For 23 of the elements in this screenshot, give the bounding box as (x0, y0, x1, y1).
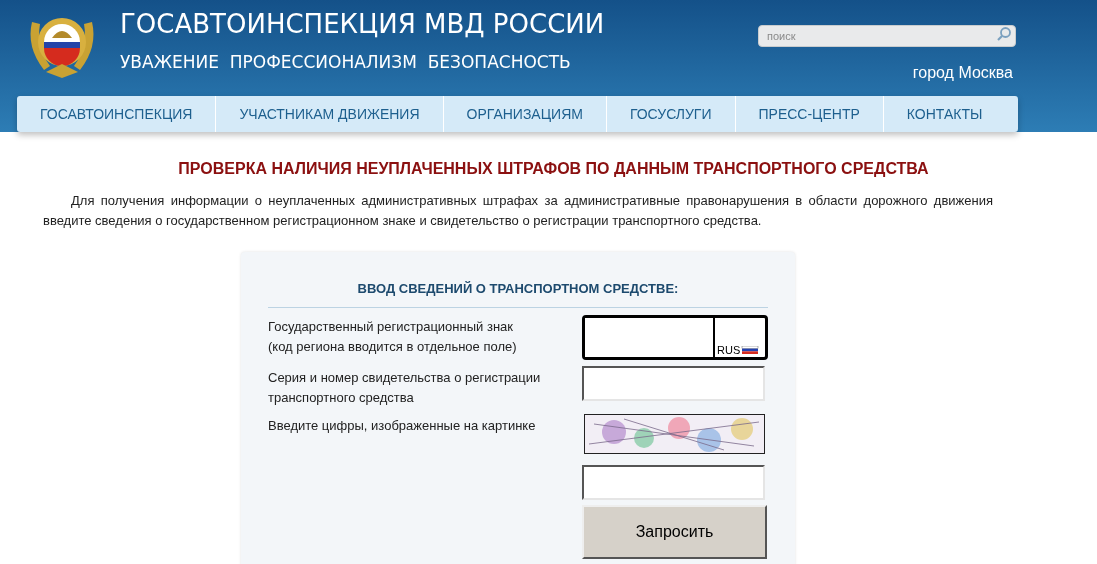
site-slogan: УВАЖЕНИЕ ПРОФЕССИОНАЛИЗМ БЕЗОПАСНОСТЬ (120, 51, 571, 74)
search-field[interactable]: поиск (758, 25, 1016, 47)
nav-link[interactable]: ГОСУСЛУГИ (606, 96, 736, 132)
nav-link[interactable]: ГОСАВТОИНСПЕКЦИЯ (17, 96, 217, 132)
plate-input[interactable] (585, 317, 715, 357)
form-title: ВВОД СВЕДЕНИЙ О ТРАНСПОРТНОМ СРЕДСТВЕ: (268, 279, 768, 308)
intro-paragraph: Для получения информации о неуплаченных административных штрафах за административные правонарушения в области дорожного движения введите сведения о государственном регистрационном знаке и свидетельство о регистрации транспортного средства. (43, 192, 993, 230)
field-label: Серия и номер свидетельства о регистрации транспортного средства (268, 368, 542, 407)
field-label: Государственный регистрационный знак (код региона вводится в отдельное поле) (268, 317, 518, 356)
nav-link[interactable]: КОНТАКТЫ (883, 96, 1006, 132)
submit-button[interactable]: Запросить (582, 504, 767, 559)
nav-link[interactable]: УЧАСТНИКАМ ДВИЖЕНИЯ (216, 96, 444, 132)
field-label: Введите цифры, изображенные на картинке (268, 416, 537, 435)
flag-icon (741, 345, 760, 354)
nav-link[interactable]: ОРГАНИЗАЦИЯМ (443, 96, 607, 132)
city-label: город Москва (912, 63, 1013, 83)
page-title: ПРОВЕРКА НАЛИЧИЯ НЕУПЛАЧЕННЫХ ШТРАФОВ ПО ДАННЫМ ТРАНСПОРТНОГО СРЕДСТВА (177, 159, 930, 179)
captcha-field[interactable] (582, 464, 765, 500)
input-field[interactable] (582, 365, 765, 401)
site-title: ГОСАВТОИНСПЕКЦИЯ МВД РОССИИ (120, 8, 605, 41)
nav-link[interactable]: ПРЕСС-ЦЕНТР (735, 96, 884, 132)
country-code: RUS (717, 343, 741, 356)
plate-number-field[interactable]: RUS (582, 314, 768, 360)
